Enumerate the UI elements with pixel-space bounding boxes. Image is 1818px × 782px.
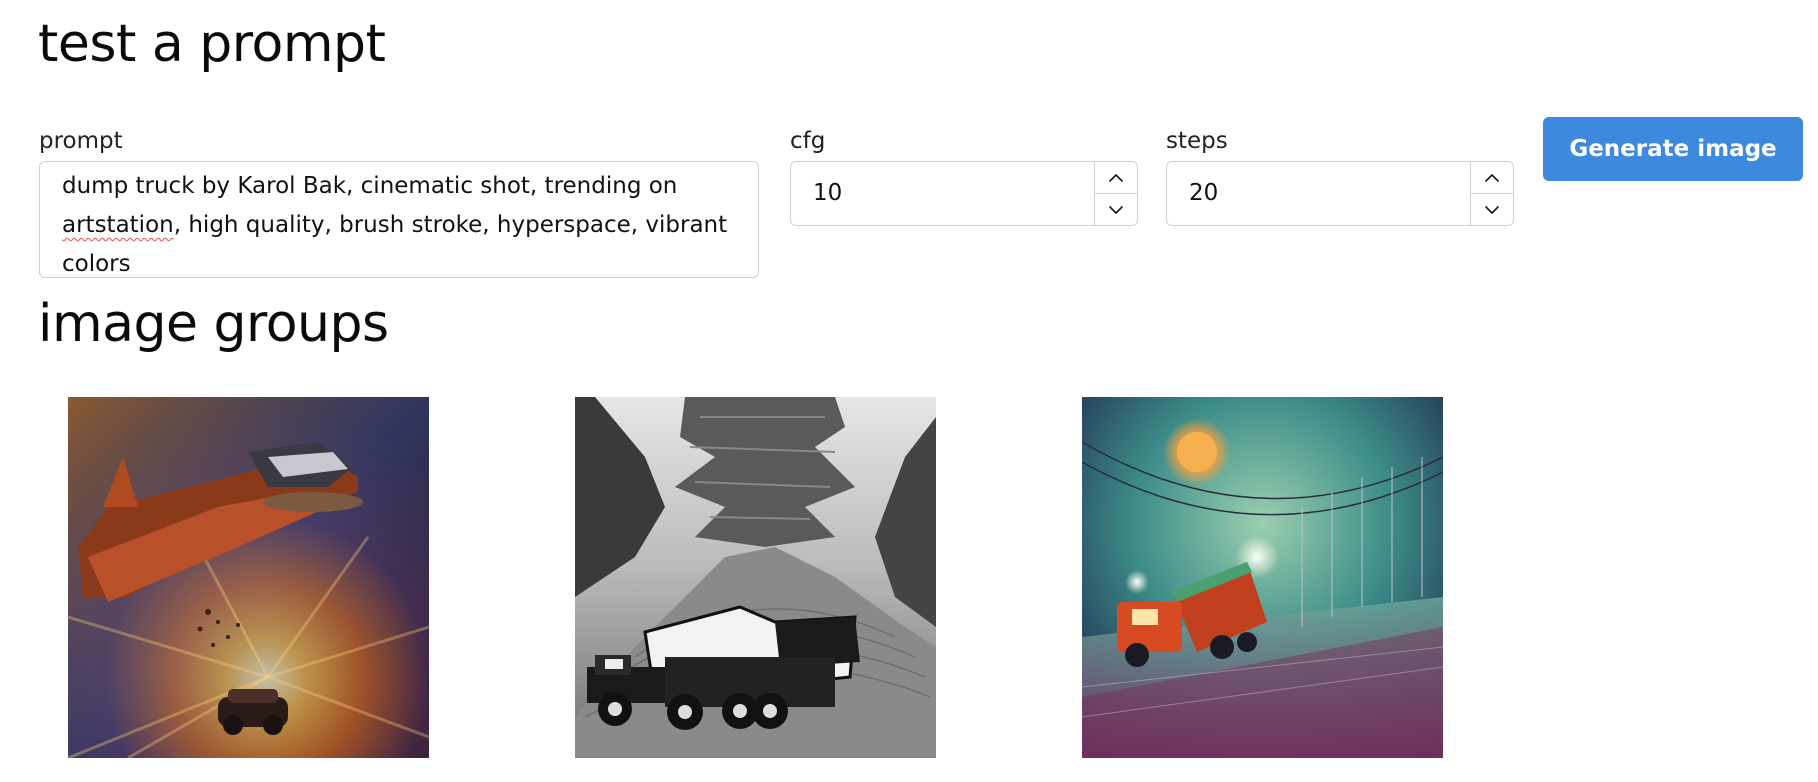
- cfg-label: cfg: [790, 128, 826, 154]
- prompt-text-start: dump truck by Karol Bak, cinematic shot,…: [62, 173, 678, 199]
- steps-increment-button[interactable]: [1471, 162, 1513, 193]
- steps-stepper: [1470, 162, 1513, 225]
- cfg-input[interactable]: 10: [790, 161, 1138, 226]
- page-title: test a prompt: [38, 14, 386, 74]
- cfg-increment-button[interactable]: [1095, 162, 1137, 193]
- generate-image-button[interactable]: Generate image: [1543, 117, 1803, 181]
- cfg-value: 10: [813, 180, 843, 206]
- cfg-decrement-button[interactable]: [1095, 193, 1137, 225]
- black-white-dump-truck-mountains-image[interactable]: [575, 397, 936, 758]
- orange-flying-dump-truck-image[interactable]: [68, 397, 429, 758]
- prompt-label: prompt: [39, 128, 123, 154]
- image-groups-heading: image groups: [38, 294, 389, 354]
- prompt-textarea[interactable]: dump truck by Karol Bak, cinematic shot,…: [39, 161, 759, 278]
- chevron-up-icon: [1485, 173, 1499, 182]
- steps-decrement-button[interactable]: [1471, 193, 1513, 225]
- red-dump-truck-night-road-image[interactable]: [1082, 397, 1443, 758]
- steps-value: 20: [1189, 180, 1219, 206]
- chevron-up-icon: [1109, 173, 1123, 182]
- prompt-text-misspelled: artstation: [62, 212, 174, 238]
- steps-input[interactable]: 20: [1166, 161, 1514, 226]
- chevron-down-icon: [1109, 205, 1123, 214]
- chevron-down-icon: [1485, 205, 1499, 214]
- cfg-stepper: [1094, 162, 1137, 225]
- steps-label: steps: [1166, 128, 1228, 154]
